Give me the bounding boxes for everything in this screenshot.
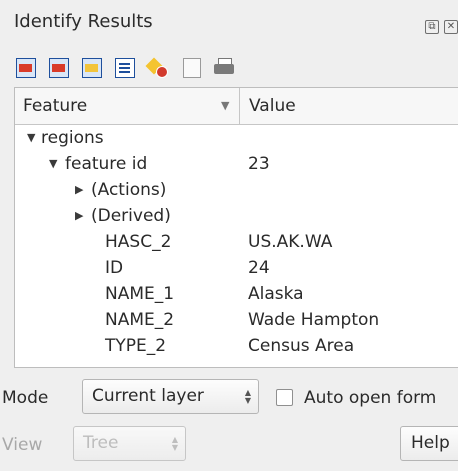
tree-row[interactable]: ID 24 [15,255,458,281]
value-cell: 23 [248,154,270,174]
open-form-icon[interactable] [115,58,135,78]
expand-arrow-icon[interactable]: ▶ [75,203,83,229]
auto-open-form-label[interactable]: Auto open form [304,388,436,408]
expand-new-results-icon[interactable] [82,58,102,78]
panel-footer: Mode Current layer ▲ ▼ Auto open form Vie… [0,375,458,471]
mode-label: Mode [2,388,49,408]
toolbar [0,52,458,82]
value-cell: Census Area [248,336,355,356]
view-select-value: Tree [83,433,119,453]
collapse-tree-icon[interactable] [49,58,69,78]
clear-results-icon[interactable] [148,58,168,78]
column-header-value[interactable]: Value [249,96,296,116]
tree-row[interactable]: ▶ (Derived) [15,203,458,229]
feature-cell: (Derived) [91,206,171,226]
expand-arrow-icon[interactable]: ▶ [75,177,83,203]
tree-row[interactable]: HASC_2 US.AK.WA [15,229,458,255]
float-panel-icon[interactable]: ⧉ [425,20,439,34]
spinner-arrows-icon: ▲ ▼ [244,388,251,405]
feature-cell: NAME_1 [105,284,175,304]
collapse-arrow-icon[interactable]: ▼ [27,125,35,151]
tree-row[interactable]: ▼ regions [15,125,458,151]
view-label: View [2,435,43,455]
help-button[interactable]: Help [400,426,458,461]
value-cell: US.AK.WA [248,232,333,252]
column-divider[interactable] [239,88,240,124]
panel-titlebar: Identify Results ⧉ ✕ [0,0,458,46]
copy-feature-icon[interactable] [183,58,203,78]
auto-open-form-checkbox[interactable] [276,389,293,406]
feature-cell: (Actions) [91,180,167,200]
feature-cell: regions [41,128,104,148]
panel-title: Identify Results [14,11,153,32]
value-cell: 24 [248,258,270,278]
tree-row[interactable]: NAME_2 Wade Hampton [15,307,458,333]
spinner-arrows-icon: ▲ ▼ [171,435,178,452]
mode-select-value: Current layer [92,386,204,406]
feature-cell: NAME_2 [105,310,175,330]
feature-cell: HASC_2 [105,232,172,252]
mode-select[interactable]: Current layer ▲ ▼ [82,379,259,414]
tree-row[interactable]: NAME_1 Alaska [15,281,458,307]
collapse-arrow-icon[interactable]: ▼ [49,151,57,177]
feature-cell: feature id [65,154,148,174]
close-panel-icon[interactable]: ✕ [444,20,458,34]
tree-row[interactable]: ▼ feature id 23 [15,151,458,177]
expand-tree-icon[interactable] [16,58,36,78]
feature-cell: TYPE_2 [105,336,167,356]
value-cell: Alaska [248,284,304,304]
tree-row[interactable]: TYPE_2 Census Area [15,333,458,359]
print-icon[interactable] [214,58,234,78]
results-tree[interactable]: Feature ▼ Value ▼ regions ▼ feature id 23 ▶ (A… [14,87,458,368]
view-select[interactable]: Tree ▲ ▼ [73,426,186,461]
feature-cell: ID [105,258,124,278]
column-header-feature[interactable]: Feature [23,96,87,116]
value-cell: Wade Hampton [248,310,380,330]
tree-row[interactable]: ▶ (Actions) [15,177,458,203]
help-button-label: Help [411,433,450,453]
sort-indicator-icon: ▼ [221,99,230,112]
tree-header: Feature ▼ Value [15,88,458,125]
